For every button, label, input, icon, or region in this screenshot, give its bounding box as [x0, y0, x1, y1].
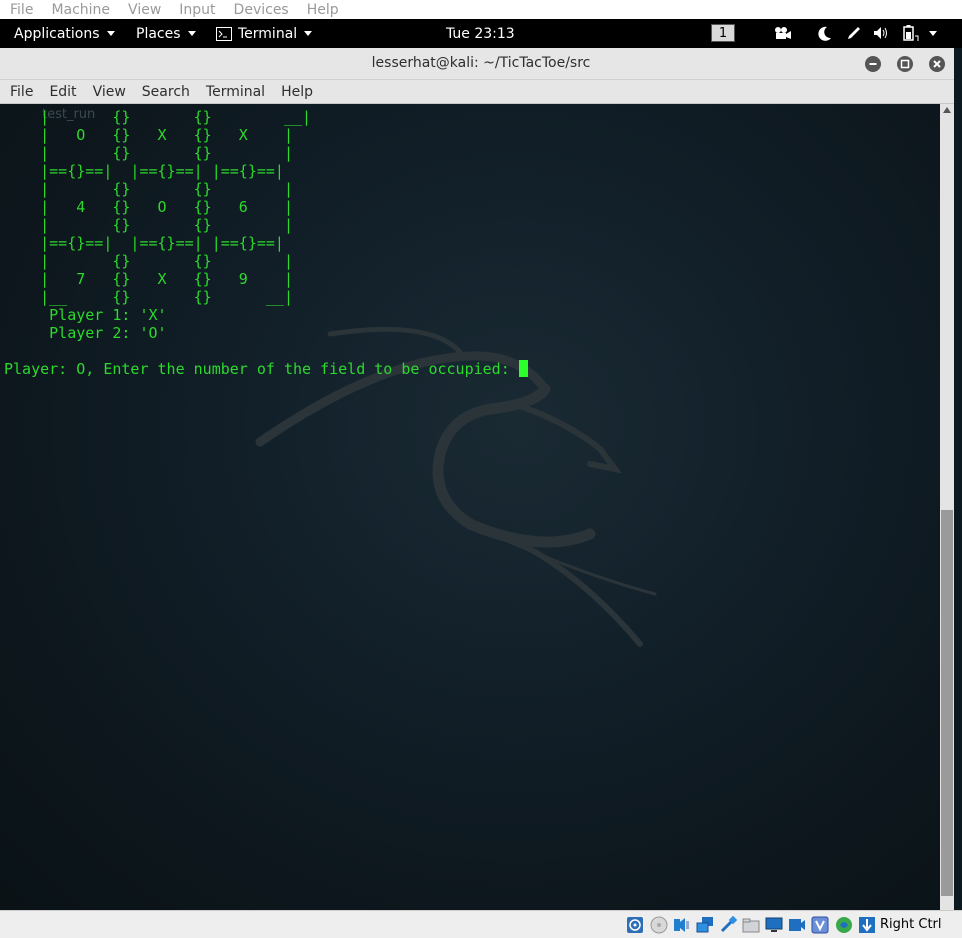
minimize-icon — [869, 63, 877, 65]
board-line: | 4 {} O {} 6 | — [4, 198, 293, 216]
board-line: | O {} X {} X | — [4, 126, 293, 144]
battery-icon[interactable] — [902, 24, 920, 42]
vbox-menu-help[interactable]: Help — [297, 2, 347, 18]
terminal-app-menu[interactable]: Terminal — [216, 19, 313, 48]
floppy-icon[interactable] — [650, 916, 668, 934]
terminal-output: | {} {} __| | O {} X {} X | | {} {} | |=… — [4, 108, 528, 378]
night-light-icon[interactable] — [818, 26, 832, 41]
host-key-arrow-icon[interactable] — [858, 916, 876, 934]
menu-view[interactable]: View — [85, 84, 134, 100]
vbox-statusbar: Right Ctrl — [0, 910, 962, 938]
menu-file[interactable]: File — [0, 84, 41, 100]
top-panel: Applications Places Terminal Tue 23:13 1 — [0, 19, 962, 48]
applications-menu[interactable]: Applications — [14, 19, 115, 48]
virtualization-icon[interactable] — [811, 916, 829, 934]
minimize-button[interactable] — [865, 56, 881, 72]
system-menu-chevron-icon[interactable] — [929, 31, 937, 36]
scrollbar-thumb[interactable] — [941, 510, 953, 896]
board-line: |=={}==| |=={}==| |=={}==| — [4, 162, 284, 180]
mouse-integration-icon[interactable] — [835, 916, 853, 934]
board-line: |=={}==| |=={}==| |=={}==| — [4, 234, 284, 252]
terminal-icon — [216, 26, 232, 41]
menu-help[interactable]: Help — [273, 84, 321, 100]
chevron-down-icon — [304, 31, 313, 36]
input-prompt: Player: O, Enter the number of the field… — [4, 360, 519, 378]
player-legend-line: Player 1: 'X' — [4, 306, 167, 324]
recording-icon[interactable] — [788, 916, 806, 934]
desktop-edge — [954, 48, 962, 910]
maximize-icon — [900, 59, 910, 69]
video-camera-icon[interactable] — [774, 26, 792, 40]
vbox-menubar: File Machine View Input Devices Help — [0, 0, 962, 19]
shared-folders-icon[interactable] — [742, 916, 760, 934]
scroll-up-arrow-icon[interactable] — [943, 107, 951, 113]
terminal-menubar: File Edit View Search Terminal Help — [0, 80, 962, 104]
optical-drive-icon[interactable] — [626, 916, 644, 934]
places-label: Places — [136, 25, 181, 42]
board-line: | {} {} __| — [4, 108, 312, 126]
vbox-menu-view[interactable]: View — [118, 2, 169, 18]
vbox-menu-machine[interactable]: Machine — [41, 2, 118, 18]
pen-tool-icon[interactable] — [846, 25, 862, 41]
text-cursor[interactable] — [518, 360, 528, 377]
maximize-button[interactable] — [897, 56, 913, 72]
player-legend-line: Player 2: 'O' — [4, 324, 167, 342]
board-line: | {} {} | — [4, 180, 293, 198]
board-line: | {} {} | — [4, 252, 293, 270]
vbox-menu-devices[interactable]: Devices — [224, 2, 297, 18]
window-title: lesserhat@kali: ~/TicTacToe/src — [371, 55, 591, 71]
volume-icon[interactable] — [873, 26, 890, 40]
chevron-down-icon — [106, 31, 115, 36]
clock[interactable]: Tue 23:13 — [446, 19, 515, 48]
places-menu[interactable]: Places — [136, 19, 196, 48]
display-icon[interactable] — [765, 916, 783, 934]
clock-label: Tue 23:13 — [446, 25, 515, 42]
usb-icon[interactable] — [719, 916, 737, 934]
close-icon — [933, 60, 941, 68]
applications-label: Applications — [14, 25, 100, 42]
audio-icon[interactable] — [673, 916, 691, 934]
chevron-down-icon — [187, 31, 196, 36]
terminal-app-label: Terminal — [238, 25, 298, 42]
board-line: | {} {} | — [4, 216, 293, 234]
host-key-label[interactable]: Right Ctrl — [880, 917, 942, 932]
menu-terminal[interactable]: Terminal — [198, 84, 273, 100]
network-icon[interactable] — [696, 916, 714, 934]
vbox-menu-input[interactable]: Input — [169, 2, 223, 18]
menu-edit[interactable]: Edit — [41, 84, 84, 100]
close-button[interactable] — [929, 56, 945, 72]
workspace-indicator[interactable]: 1 — [711, 24, 735, 42]
window-titlebar[interactable]: lesserhat@kali: ~/TicTacToe/src — [0, 48, 962, 80]
terminal-area[interactable]: test_run | {} {} __| | O {} X {} X | | {… — [0, 104, 940, 910]
board-line: |__ {} {} __| — [4, 288, 293, 306]
menu-search[interactable]: Search — [134, 84, 198, 100]
board-line: | 7 {} X {} 9 | — [4, 270, 293, 288]
vbox-menu-file[interactable]: File — [0, 2, 41, 18]
terminal-scrollbar[interactable] — [940, 104, 954, 910]
board-line: | {} {} | — [4, 144, 293, 162]
